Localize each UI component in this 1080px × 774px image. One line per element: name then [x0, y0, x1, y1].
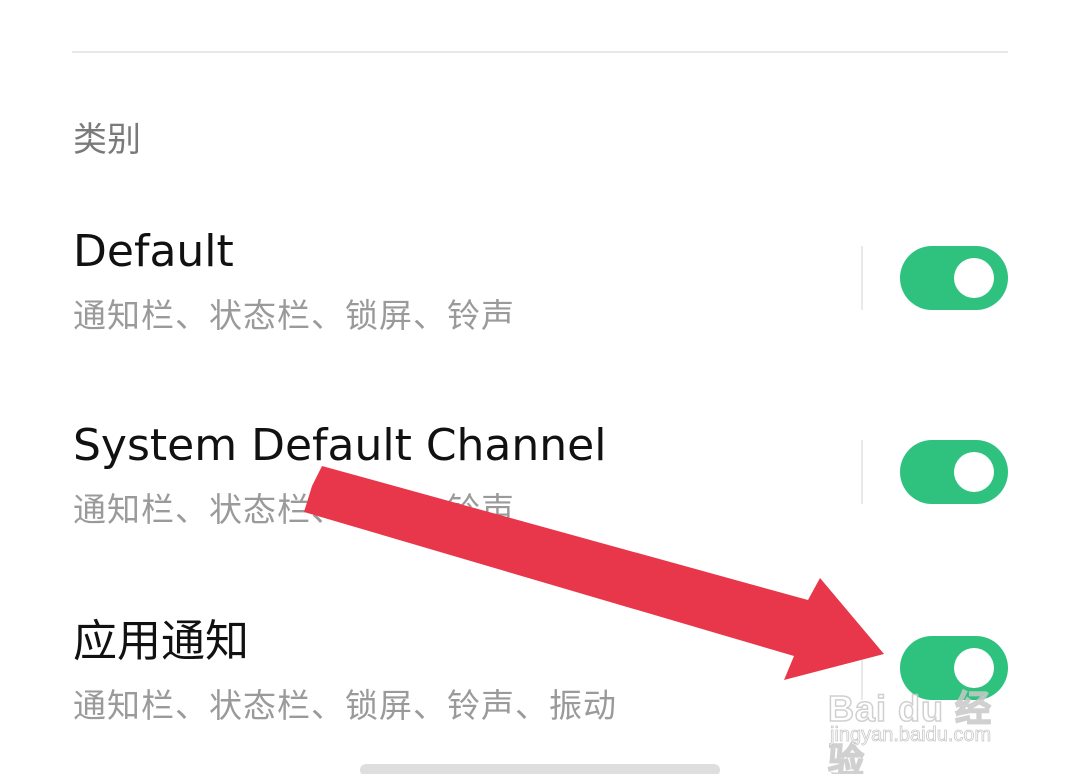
- channel-row-app-notifications[interactable]: 应用通知 通知栏、状态栏、锁屏、铃声、振动: [0, 614, 1080, 744]
- toggle-system-default-channel[interactable]: [900, 440, 1008, 504]
- channel-title: Default: [73, 226, 234, 277]
- toggle-knob: [954, 648, 994, 688]
- channel-row-system-default[interactable]: System Default Channel 通知栏、状态栏、锁屏、铃声: [0, 418, 1080, 548]
- toggle-knob: [954, 258, 994, 298]
- channel-title: System Default Channel: [73, 420, 607, 471]
- section-header-category: 类别: [73, 120, 141, 160]
- home-indicator[interactable]: [360, 764, 720, 774]
- row-separator: [861, 440, 863, 504]
- toggle-default[interactable]: [900, 246, 1008, 310]
- top-divider: [72, 51, 1008, 53]
- channel-subtitle: 通知栏、状态栏、锁屏、铃声: [73, 490, 515, 529]
- notification-settings-page: 类别 Default 通知栏、状态栏、锁屏、铃声 System Default …: [0, 0, 1080, 774]
- channel-row-default[interactable]: Default 通知栏、状态栏、锁屏、铃声: [0, 224, 1080, 354]
- channel-title: 应用通知: [73, 616, 249, 667]
- row-separator: [861, 246, 863, 310]
- toggle-app-notifications[interactable]: [900, 636, 1008, 700]
- toggle-knob: [954, 452, 994, 492]
- row-separator: [861, 636, 863, 700]
- channel-subtitle: 通知栏、状态栏、锁屏、铃声: [73, 296, 515, 335]
- channel-subtitle: 通知栏、状态栏、锁屏、铃声、振动: [73, 686, 617, 725]
